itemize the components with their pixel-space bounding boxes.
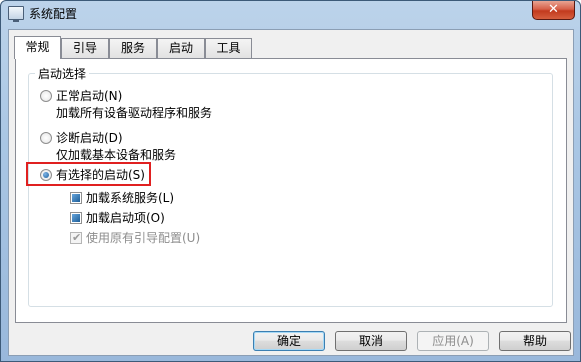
help-button[interactable]: 帮助 bbox=[499, 331, 571, 351]
apply-button: 应用(A) bbox=[417, 331, 489, 351]
group-title: 启动选择 bbox=[35, 65, 90, 82]
diagnostic-startup-label[interactable]: 诊断启动(D) bbox=[56, 129, 123, 146]
ok-button[interactable]: 确定 bbox=[253, 331, 325, 351]
system-config-window: 系统配置 ✕ 常规 引导 服务 启动 工具 启动选择 正常启动(N) 加载所有设… bbox=[0, 0, 581, 362]
dialog-client-area: 常规 引导 服务 启动 工具 启动选择 正常启动(N) 加载所有设备驱动程序和服… bbox=[8, 29, 574, 356]
startup-selection-group: 启动选择 正常启动(N) 加载所有设备驱动程序和服务 诊断启动(D) 仅加载基本… bbox=[26, 65, 553, 307]
tab-general[interactable]: 常规 bbox=[14, 36, 61, 59]
diagnostic-startup-description: 仅加载基本设备和服务 bbox=[56, 148, 177, 162]
use-original-boot-label: 使用原有引导配置(U) bbox=[86, 231, 201, 245]
general-tab-panel: 启动选择 正常启动(N) 加载所有设备驱动程序和服务 诊断启动(D) 仅加载基本… bbox=[15, 58, 567, 323]
tab-general-label: 常规 bbox=[25, 40, 50, 54]
selective-startup-radio[interactable] bbox=[40, 169, 52, 181]
normal-startup-label[interactable]: 正常启动(N) bbox=[56, 87, 122, 104]
title-bar[interactable]: 系统配置 ✕ bbox=[1, 1, 580, 27]
tab-boot[interactable]: 引导 bbox=[61, 38, 109, 58]
load-startup-items-checkbox[interactable] bbox=[70, 212, 82, 224]
use-original-boot-checkbox: ✔ bbox=[70, 231, 82, 244]
diagnostic-startup-radio[interactable] bbox=[40, 132, 52, 144]
tab-services-label: 服务 bbox=[120, 41, 145, 55]
window-title: 系统配置 bbox=[29, 7, 78, 21]
tab-tools-label: 工具 bbox=[216, 41, 241, 55]
tab-startup-label: 启动 bbox=[168, 41, 193, 55]
close-icon: ✕ bbox=[548, 2, 559, 17]
load-system-services-checkbox[interactable] bbox=[70, 192, 82, 204]
close-button[interactable]: ✕ bbox=[532, 1, 575, 20]
tab-services[interactable]: 服务 bbox=[109, 38, 157, 58]
selective-startup-label[interactable]: 有选择的启动(S) bbox=[56, 166, 145, 183]
checkmark-icon: ✔ bbox=[72, 231, 82, 244]
cancel-button[interactable]: 取消 bbox=[335, 331, 407, 351]
load-system-services-label[interactable]: 加载系统服务(L) bbox=[86, 189, 174, 206]
normal-startup-radio[interactable] bbox=[40, 90, 52, 102]
normal-startup-description: 加载所有设备驱动程序和服务 bbox=[56, 106, 213, 120]
tab-startup[interactable]: 启动 bbox=[157, 38, 205, 58]
tab-boot-label: 引导 bbox=[72, 41, 97, 55]
load-startup-items-label[interactable]: 加载启动项(O) bbox=[86, 209, 165, 226]
tab-tools[interactable]: 工具 bbox=[205, 38, 252, 58]
monitor-icon bbox=[8, 6, 24, 22]
